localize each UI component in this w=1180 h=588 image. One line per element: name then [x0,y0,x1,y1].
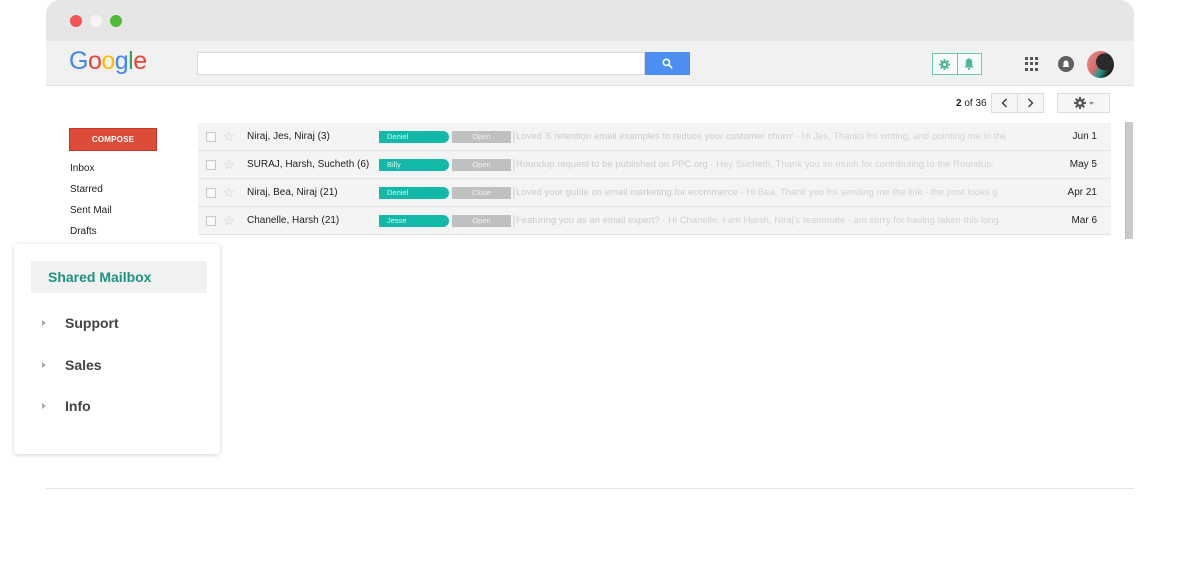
email-subject: Loved '6 retention email examples to red… [516,131,794,142]
divider [513,159,515,171]
email-row[interactable]: ☆ Niraj, Bea, Niraj (21) Deniel Close Lo… [198,179,1111,207]
logo-letter: o [101,47,115,75]
caret-right-icon [42,403,46,409]
divider [513,131,515,143]
search-icon [662,58,673,69]
folder-label: Sales [65,357,102,373]
folder-support[interactable]: Support [42,315,119,331]
pagination-total: 36 [975,98,987,109]
compose-button[interactable]: COMPOSE [69,128,157,151]
email-subject: Roundup request to be published on PPC.o… [516,159,708,170]
status-tag[interactable]: Open [452,215,511,227]
select-checkbox[interactable] [206,188,216,198]
status-tag[interactable]: Close [452,187,511,199]
pagination-separator: of [961,98,976,109]
notifications-button[interactable] [1058,56,1074,72]
gear-icon [939,58,951,70]
email-subject: Loved your guide on email marketing for … [516,187,738,198]
extension-notifications-button[interactable] [956,54,982,74]
email-sender: SURAJ, Harsh, Sucheth (6) [247,159,370,170]
divider [513,187,515,199]
pagination-controls [991,93,1044,113]
email-preview: - Hey Sucheth, Thank you so much for con… [707,159,995,170]
logo-letter: e [133,47,147,75]
caret-right-icon [42,362,46,368]
next-page-button[interactable] [1017,94,1043,112]
scrollbar[interactable] [1125,122,1133,239]
logo-letter: g [114,47,129,75]
previous-page-button[interactable] [992,94,1017,112]
email-snippet: Loved your guide on email marketing for … [516,187,1006,198]
email-row[interactable]: ☆ SURAJ, Harsh, Sucheth (6) Billy Open R… [198,151,1111,179]
pagination-count: 2 of 36 [956,98,987,109]
email-date: Jun 1 [1072,131,1097,142]
shared-mailbox-panel: Shared Mailbox Support Sales Info [14,244,220,454]
star-icon[interactable]: ☆ [223,129,235,145]
sidebar-item-sent-mail[interactable]: Sent Mail [70,205,112,216]
email-date: Mar 6 [1071,215,1097,226]
search-button[interactable] [645,52,690,75]
email-date: May 5 [1069,159,1097,170]
divider [513,215,515,227]
star-icon[interactable]: ☆ [223,157,235,173]
folder-info[interactable]: Info [42,398,91,414]
status-tag[interactable]: Open [452,159,511,171]
email-subject: Featuring you as an email expert? [516,215,660,226]
star-icon[interactable]: ☆ [223,185,235,201]
email-row[interactable]: ☆ Niraj, Jes, Niraj (3) Deniel Open Love… [198,123,1111,151]
caret-right-icon [42,320,46,326]
assignee-tag[interactable]: Deniel [379,187,449,199]
close-window-button[interactable] [70,15,82,27]
gear-icon [1073,97,1086,109]
email-preview: - Hi Chanelle, I am Harsh, Niraj's teamm… [659,215,999,226]
select-checkbox[interactable] [206,132,216,142]
notifications-icon [1062,60,1070,67]
email-date: Apr 21 [1067,187,1097,198]
assignee-tag[interactable]: Jesse [379,215,449,227]
minimize-window-button[interactable] [90,15,102,27]
email-row[interactable]: ☆ Chanelle, Harsh (21) Jesse Open Featur… [198,207,1111,235]
email-sender: Chanelle, Harsh (21) [247,215,340,226]
extension-toolbar [932,53,982,75]
settings-button[interactable] [1057,93,1110,113]
logo-letter: G [69,47,88,75]
maximize-window-button[interactable] [110,15,122,27]
folder-sales[interactable]: Sales [42,357,102,373]
google-logo[interactable]: Google [69,47,147,76]
sidebar-item-inbox[interactable]: Inbox [70,163,94,174]
bell-icon [964,58,974,70]
caret-down-icon [1088,101,1094,105]
logo-letter: o [87,47,102,75]
email-preview: - Hi Bea, Thank you for sending me the l… [737,187,998,198]
status-tag[interactable]: Open [452,131,511,143]
email-sender: Niraj, Jes, Niraj (3) [247,131,330,142]
mail-toolbar: 2 of 36 [46,86,1134,122]
sidebar-item-drafts[interactable]: Drafts [70,226,97,237]
sidebar-item-starred[interactable]: Starred [70,184,103,195]
assignee-tag[interactable]: Deniel [379,131,449,143]
email-snippet: Roundup request to be published on PPC.o… [516,159,1006,170]
title-bar [46,0,1134,41]
email-snippet: Loved '6 retention email examples to red… [516,131,1006,142]
chevron-left-icon [1001,98,1008,108]
apps-grid-icon[interactable] [1025,57,1039,71]
app-header: Google [46,41,1134,86]
star-icon[interactable]: ☆ [223,213,235,229]
user-avatar[interactable] [1087,51,1114,78]
email-snippet: Featuring you as an email expert? - Hi C… [516,215,1006,226]
email-preview: - Hi Jes, Thanks for writing, and pointi… [793,131,1006,142]
email-sender: Niraj, Bea, Niraj (21) [247,187,338,198]
chevron-right-icon [1027,98,1034,108]
folder-label: Support [65,315,119,331]
search-input[interactable] [197,52,645,75]
select-checkbox[interactable] [206,160,216,170]
shared-mailbox-title[interactable]: Shared Mailbox [31,261,207,293]
select-checkbox[interactable] [206,216,216,226]
email-list: ☆ Niraj, Jes, Niraj (3) Deniel Open Love… [198,123,1111,235]
folder-label: Info [65,398,91,414]
extension-settings-button[interactable] [933,54,957,74]
assignee-tag[interactable]: Billy [379,159,449,171]
